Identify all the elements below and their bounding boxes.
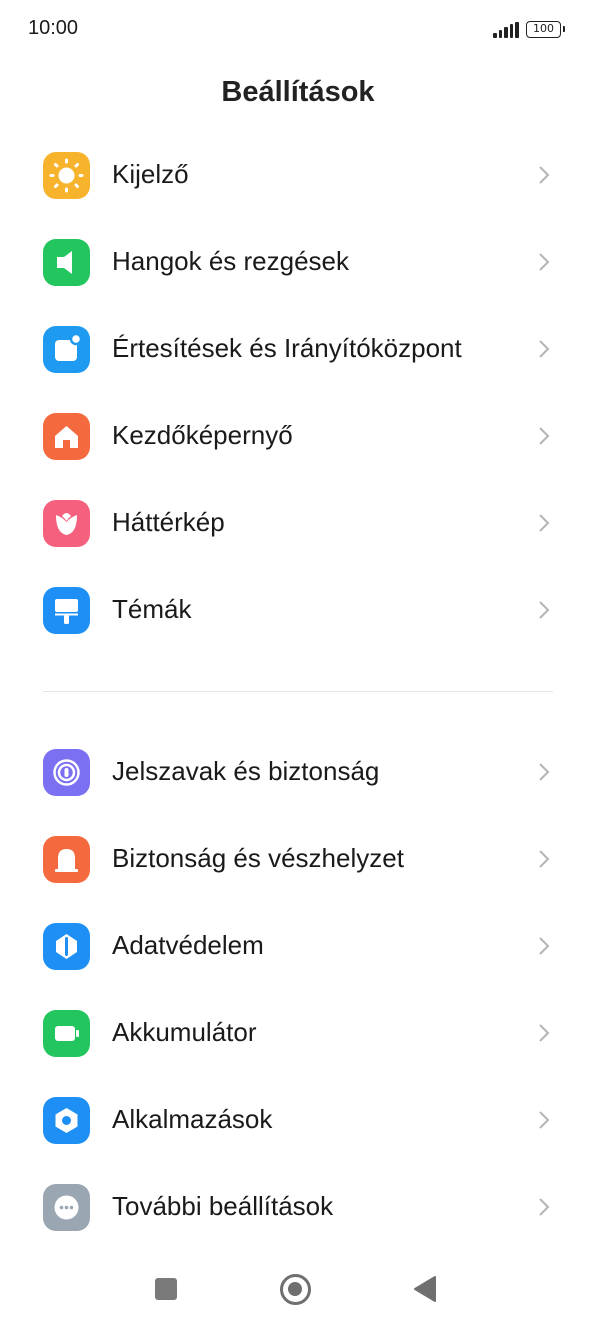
more-icon — [43, 1184, 90, 1231]
chevron-right-icon — [539, 1111, 550, 1129]
settings-item-themes[interactable]: Témák — [0, 566, 596, 653]
settings-item-apps[interactable]: Alkalmazások — [0, 1076, 596, 1163]
sun-icon — [43, 152, 90, 199]
recents-square-icon[interactable] — [155, 1278, 177, 1300]
settings-item-battery[interactable]: Akkumulátor — [0, 989, 596, 1076]
settings-item-label: Kezdőképernyő — [112, 420, 293, 450]
signal-bars-icon — [493, 22, 519, 38]
settings-item-label: Háttérkép — [112, 507, 225, 537]
chevron-right-icon — [539, 937, 550, 955]
settings-item-passwords-security[interactable]: Jelszavak és biztonság — [0, 728, 596, 815]
settings-item-additional[interactable]: További beállítások — [0, 1163, 596, 1250]
chevron-right-icon — [539, 1024, 550, 1042]
settings-item-label: Biztonság és vészhelyzet — [112, 843, 404, 873]
back-triangle-icon[interactable] — [413, 1275, 437, 1303]
settings-item-label: Hangok és rezgések — [112, 246, 350, 276]
chevron-right-icon — [539, 850, 550, 868]
settings-item-label: Kijelző — [112, 159, 189, 189]
speaker-icon — [43, 239, 90, 286]
chevron-right-icon — [539, 427, 550, 445]
settings-item-display[interactable]: Kijelző — [0, 131, 596, 218]
chevron-right-icon — [539, 514, 550, 532]
password-icon — [43, 749, 90, 796]
chevron-right-icon — [539, 166, 550, 184]
chevron-right-icon — [539, 340, 550, 358]
gear-icon — [43, 1097, 90, 1144]
settings-item-safety-emergency[interactable]: Biztonság és vészhelyzet — [0, 815, 596, 902]
tulip-icon — [43, 500, 90, 547]
section-divider — [43, 691, 553, 692]
notification-icon — [43, 326, 90, 373]
settings-item-label: Témák — [112, 594, 192, 624]
settings-item-sounds[interactable]: Hangok és rezgések — [0, 218, 596, 305]
settings-screen: 10:00 100 Beállítások Kijelző Hangok és … — [0, 0, 596, 1326]
settings-item-label: Akkumulátor — [112, 1017, 257, 1047]
chevron-right-icon — [539, 1198, 550, 1216]
chevron-right-icon — [539, 763, 550, 781]
settings-item-label: Alkalmazások — [112, 1104, 273, 1134]
battery-icon — [43, 1010, 90, 1057]
settings-item-label: Jelszavak és biztonság — [112, 756, 380, 786]
settings-item-label: További beállítások — [112, 1191, 334, 1221]
emergency-icon — [43, 836, 90, 883]
status-bar: 10:00 100 — [0, 0, 596, 58]
settings-item-home-screen[interactable]: Kezdőképernyő — [0, 392, 596, 479]
settings-item-label: Értesítések és Irányítóközpont — [112, 333, 462, 363]
home-icon — [43, 413, 90, 460]
home-circle-icon[interactable] — [280, 1274, 311, 1305]
chevron-right-icon — [539, 253, 550, 271]
settings-item-wallpaper[interactable]: Háttérkép — [0, 479, 596, 566]
paint-roller-icon — [43, 587, 90, 634]
privacy-icon — [43, 923, 90, 970]
chevron-right-icon — [539, 601, 550, 619]
page-title: Beállítások — [221, 76, 375, 108]
settings-item-privacy[interactable]: Adatvédelem — [0, 902, 596, 989]
settings-item-notifications[interactable]: Értesítések és Irányítóközpont — [0, 305, 596, 392]
status-time: 10:00 — [28, 17, 79, 39]
battery-icon: 100 — [526, 21, 565, 38]
settings-item-label: Adatvédelem — [112, 930, 264, 960]
